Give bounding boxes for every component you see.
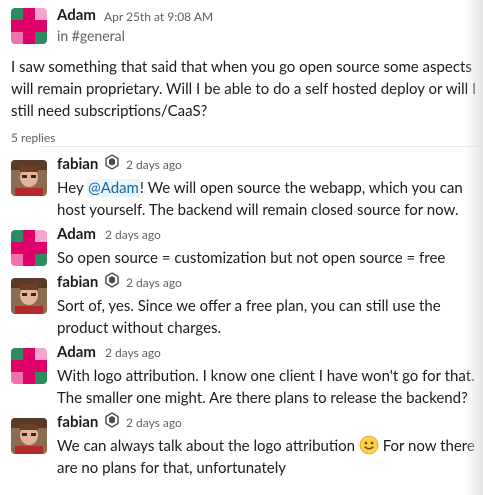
scroll-shadow <box>465 0 483 495</box>
avatar-fabian[interactable] <box>11 278 47 314</box>
reply-text: We can always talk about the logo attrib… <box>57 435 475 477</box>
reply-text: So open source = customization but not o… <box>57 249 446 267</box>
reply-timestamp[interactable]: 2 days ago <box>105 345 161 360</box>
reply-author[interactable]: fabian <box>57 413 98 431</box>
next-message-avatar <box>11 490 47 495</box>
replies-count: 5 replies <box>11 130 56 145</box>
message-text: I saw something that said that when you … <box>11 58 477 120</box>
slightly-smiling-face-icon <box>359 435 379 455</box>
avatar-adam[interactable] <box>11 8 47 44</box>
user-mention[interactable]: @Adam <box>87 179 140 197</box>
reply-text: Sort of, yes. Since we offer a free plan… <box>57 297 441 337</box>
divider <box>40 146 483 147</box>
reply-timestamp[interactable]: 2 days ago <box>126 275 182 290</box>
reply-text: Hey @Adam! We will open source the webap… <box>57 179 463 219</box>
avatar-fabian[interactable] <box>11 160 47 196</box>
avatar-adam[interactable] <box>11 348 47 384</box>
app-badge-icon <box>105 412 119 428</box>
reply-author[interactable]: Adam <box>57 225 96 243</box>
reply-timestamp[interactable]: 2 days ago <box>126 157 182 172</box>
avatar-adam[interactable] <box>11 230 47 266</box>
reply-text: With logo attribution. I know one client… <box>57 367 475 407</box>
reply-author[interactable]: fabian <box>57 155 98 173</box>
reply-timestamp[interactable]: 2 days ago <box>105 227 161 242</box>
message-author[interactable]: Adam <box>57 6 96 24</box>
thread-view: Adam Apr 25th at 9:08 AM in #general I s… <box>0 0 483 495</box>
app-badge-icon <box>105 154 119 170</box>
reply-timestamp[interactable]: 2 days ago <box>126 415 182 430</box>
message-timestamp[interactable]: Apr 25th at 9:08 AM <box>104 9 213 24</box>
app-badge-icon <box>105 272 119 288</box>
reply-author[interactable]: fabian <box>57 273 98 291</box>
channel-reference[interactable]: in #general <box>57 27 125 44</box>
avatar-fabian[interactable] <box>11 418 47 454</box>
reply-author[interactable]: Adam <box>57 343 96 361</box>
